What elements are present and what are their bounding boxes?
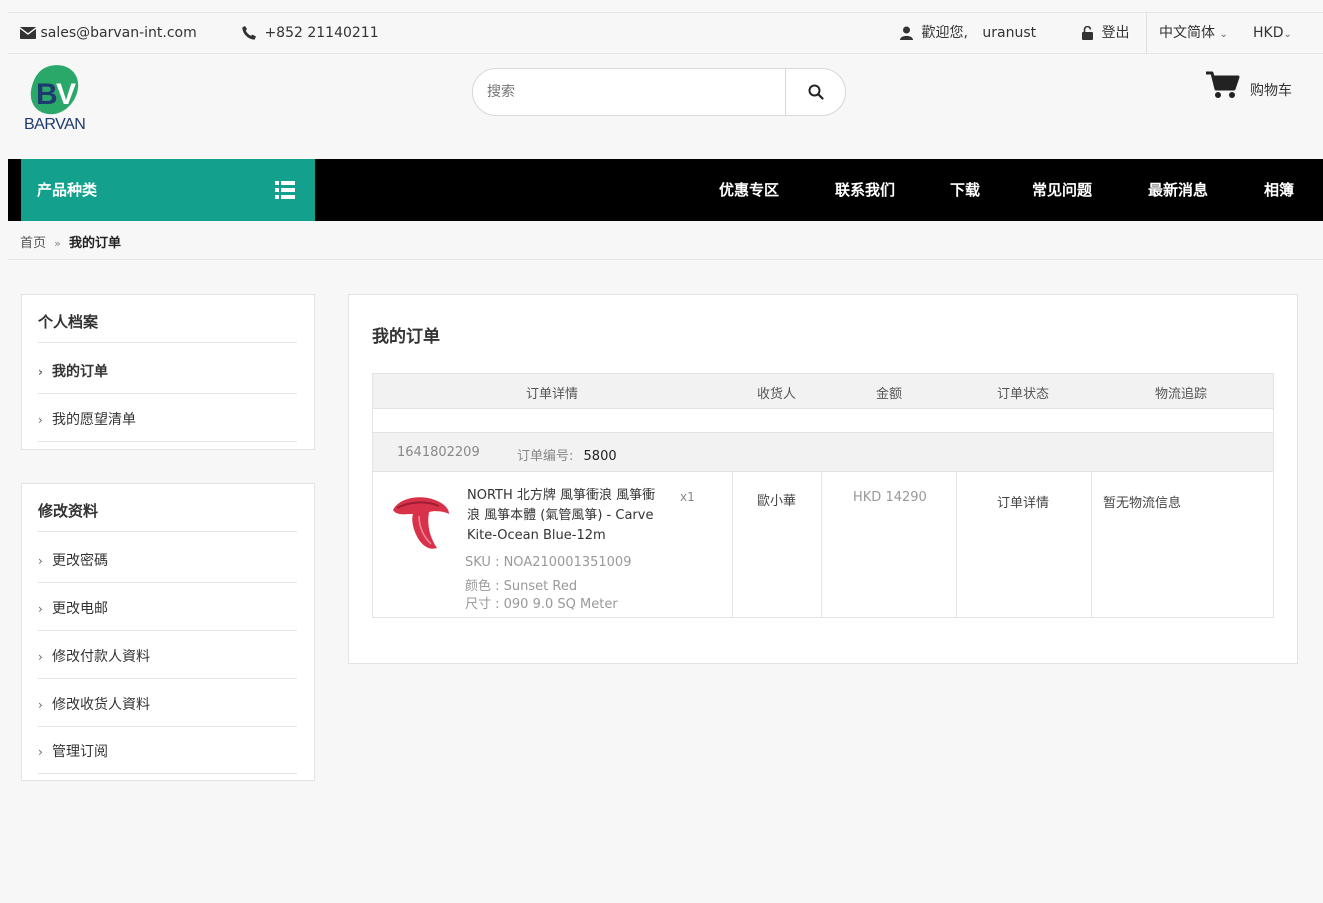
divider: [38, 531, 297, 532]
main-nav: 产品种类 优惠专区 联系我们 下载 常见问题 最新消息 相簿: [8, 159, 1323, 221]
search-button[interactable]: [786, 69, 845, 115]
user-icon: [900, 26, 913, 40]
sidebar-item-edit-payer[interactable]: › 修改付款人資料: [38, 646, 150, 666]
divider: [38, 582, 297, 583]
chevron-right-icon: ›: [38, 602, 43, 616]
username[interactable]: uranust: [982, 25, 1036, 41]
nav-item-news[interactable]: 最新消息: [1148, 179, 1208, 200]
nav-item-contact[interactable]: 联系我们: [835, 179, 895, 200]
column-header-receiver: 收货人: [757, 387, 797, 402]
breadcrumb-divider: [8, 259, 1323, 260]
order-number: 订单编号: 5800: [517, 449, 617, 464]
sidebar-edit: 修改资料 › 更改密碼 › 更改电邮 › 修改付款人資料 › 修改收货人資料 › 管理订阅: [21, 483, 315, 781]
sidebar-item-wishlist[interactable]: › 我的愿望清单: [38, 409, 136, 429]
topbar-divider: [1146, 13, 1147, 53]
sidebar-item-subscriptions[interactable]: › 管理订阅: [38, 741, 108, 761]
lock-icon: [1082, 26, 1093, 40]
column-divider: [956, 472, 957, 617]
sidebar-item-change-password[interactable]: › 更改密碼: [38, 550, 108, 570]
sidebar-edit-title: 修改资料: [38, 502, 99, 520]
svg-text:B: B: [36, 78, 58, 111]
orders-table: 订单详情 收货人 金额 订单状态 物流追踪 1641802209 订单编号: 5…: [372, 373, 1274, 618]
product-size: 尺寸 : 090 9.0 SQ Meter: [465, 597, 618, 612]
order-date-code: 1641802209: [397, 445, 480, 460]
breadcrumb-current: 我的订单: [69, 236, 122, 251]
shopping-cart-icon: [1206, 71, 1240, 98]
top-bar: sales@barvan-int.com +852 21140211 歡迎您, …: [8, 12, 1323, 54]
table-header: 订单详情 收货人 金额 订单状态 物流追踪: [373, 374, 1273, 409]
chevron-right-icon: ›: [38, 650, 43, 664]
chevron-right-icon: ›: [38, 698, 43, 712]
sidebar-item-change-email[interactable]: › 更改电邮: [38, 598, 108, 618]
divider: [38, 773, 297, 774]
logo-text: BARVAN: [24, 116, 86, 133]
order-receiver: 歐小華: [757, 494, 797, 509]
chevron-right-icon: ›: [38, 745, 43, 759]
barvan-logo[interactable]: B V BARVAN: [22, 64, 102, 142]
column-divider: [732, 472, 733, 617]
column-header-logistics: 物流追踪: [1155, 387, 1208, 402]
divider: [38, 678, 297, 679]
column-header-order-details: 订单详情: [526, 387, 579, 402]
svg-text:V: V: [56, 78, 76, 111]
nav-item-download[interactable]: 下载: [950, 179, 980, 200]
column-divider: [1091, 472, 1092, 617]
site-header: B V BARVAN 购物车: [8, 54, 1323, 159]
logout-link[interactable]: 登出: [1082, 13, 1129, 53]
divider: [38, 393, 297, 394]
chevron-right-icon: ›: [38, 554, 43, 568]
search-box: [472, 68, 846, 116]
logo-mark-icon: B V: [30, 65, 79, 115]
product-color: 颜色 : Sunset Red: [465, 579, 578, 594]
category-label: 产品种类: [37, 181, 98, 199]
search-input[interactable]: [487, 79, 777, 105]
language-select[interactable]: 中文简体 ⌄: [1159, 13, 1228, 53]
column-header-status: 订单状态: [997, 387, 1050, 402]
chevron-down-icon: ⌄: [1219, 29, 1228, 40]
chevron-down-icon: ⌄: [1283, 29, 1292, 40]
nav-item-promotions[interactable]: 优惠专区: [719, 179, 779, 200]
divider: [38, 726, 297, 727]
sidebar-item-edit-receiver[interactable]: › 修改收货人資料: [38, 694, 150, 714]
list-menu-icon: [275, 181, 295, 199]
order-info-row: 1641802209 订单编号: 5800: [373, 432, 1273, 472]
orders-panel: 我的订单 订单详情 收货人 金额 订单状态 物流追踪 1641802209 订单…: [348, 294, 1298, 664]
column-header-amount: 金额: [876, 387, 903, 402]
nav-item-faq[interactable]: 常见问题: [1032, 179, 1092, 200]
contact-phone[interactable]: +852 21140211: [242, 13, 379, 53]
breadcrumb-separator: »: [54, 237, 61, 250]
page-title: 我的订单: [372, 327, 440, 347]
divider: [38, 630, 297, 631]
product-sku: SKU : NOA210001351009: [465, 555, 632, 570]
nav-item-album[interactable]: 相簿: [1264, 179, 1294, 200]
order-details-link[interactable]: 订单详情: [997, 492, 1049, 511]
product-thumbnail[interactable]: [389, 492, 457, 556]
welcome-user: 歡迎您, uranust: [900, 13, 1036, 53]
envelope-icon: [20, 27, 36, 39]
product-name[interactable]: NORTH 北方牌 風箏衝浪 風箏衝浪 風箏本體 (氣管風箏) - Carve …: [467, 486, 667, 546]
sidebar-profile-title: 个人档案: [38, 313, 99, 331]
search-icon: [808, 84, 824, 100]
order-logistics: 暂无物流信息: [1103, 496, 1182, 511]
product-quantity: x1: [680, 490, 695, 504]
currency-select[interactable]: HKD⌄: [1253, 13, 1292, 53]
cart-button[interactable]: 购物车: [1198, 70, 1308, 110]
breadcrumb: 首页 » 我的订单: [20, 232, 121, 251]
divider: [38, 441, 297, 442]
contact-email[interactable]: sales@barvan-int.com: [20, 13, 197, 53]
chevron-right-icon: ›: [38, 413, 43, 427]
kite-product-icon: [393, 497, 449, 549]
phone-icon: [242, 26, 256, 40]
cart-label: 购物车: [1250, 83, 1292, 99]
page: sales@barvan-int.com +852 21140211 歡迎您, …: [8, 0, 1323, 903]
divider: [38, 342, 297, 343]
sidebar-profile: 个人档案 › 我的订单 › 我的愿望清单: [21, 294, 315, 450]
column-divider: [821, 472, 822, 617]
category-menu-button[interactable]: 产品种类: [21, 159, 315, 221]
order-amount: HKD 14290: [853, 490, 927, 505]
breadcrumb-home[interactable]: 首页: [20, 236, 46, 251]
chevron-right-icon: ›: [38, 365, 43, 379]
sidebar-item-my-orders[interactable]: › 我的订单: [38, 361, 108, 381]
